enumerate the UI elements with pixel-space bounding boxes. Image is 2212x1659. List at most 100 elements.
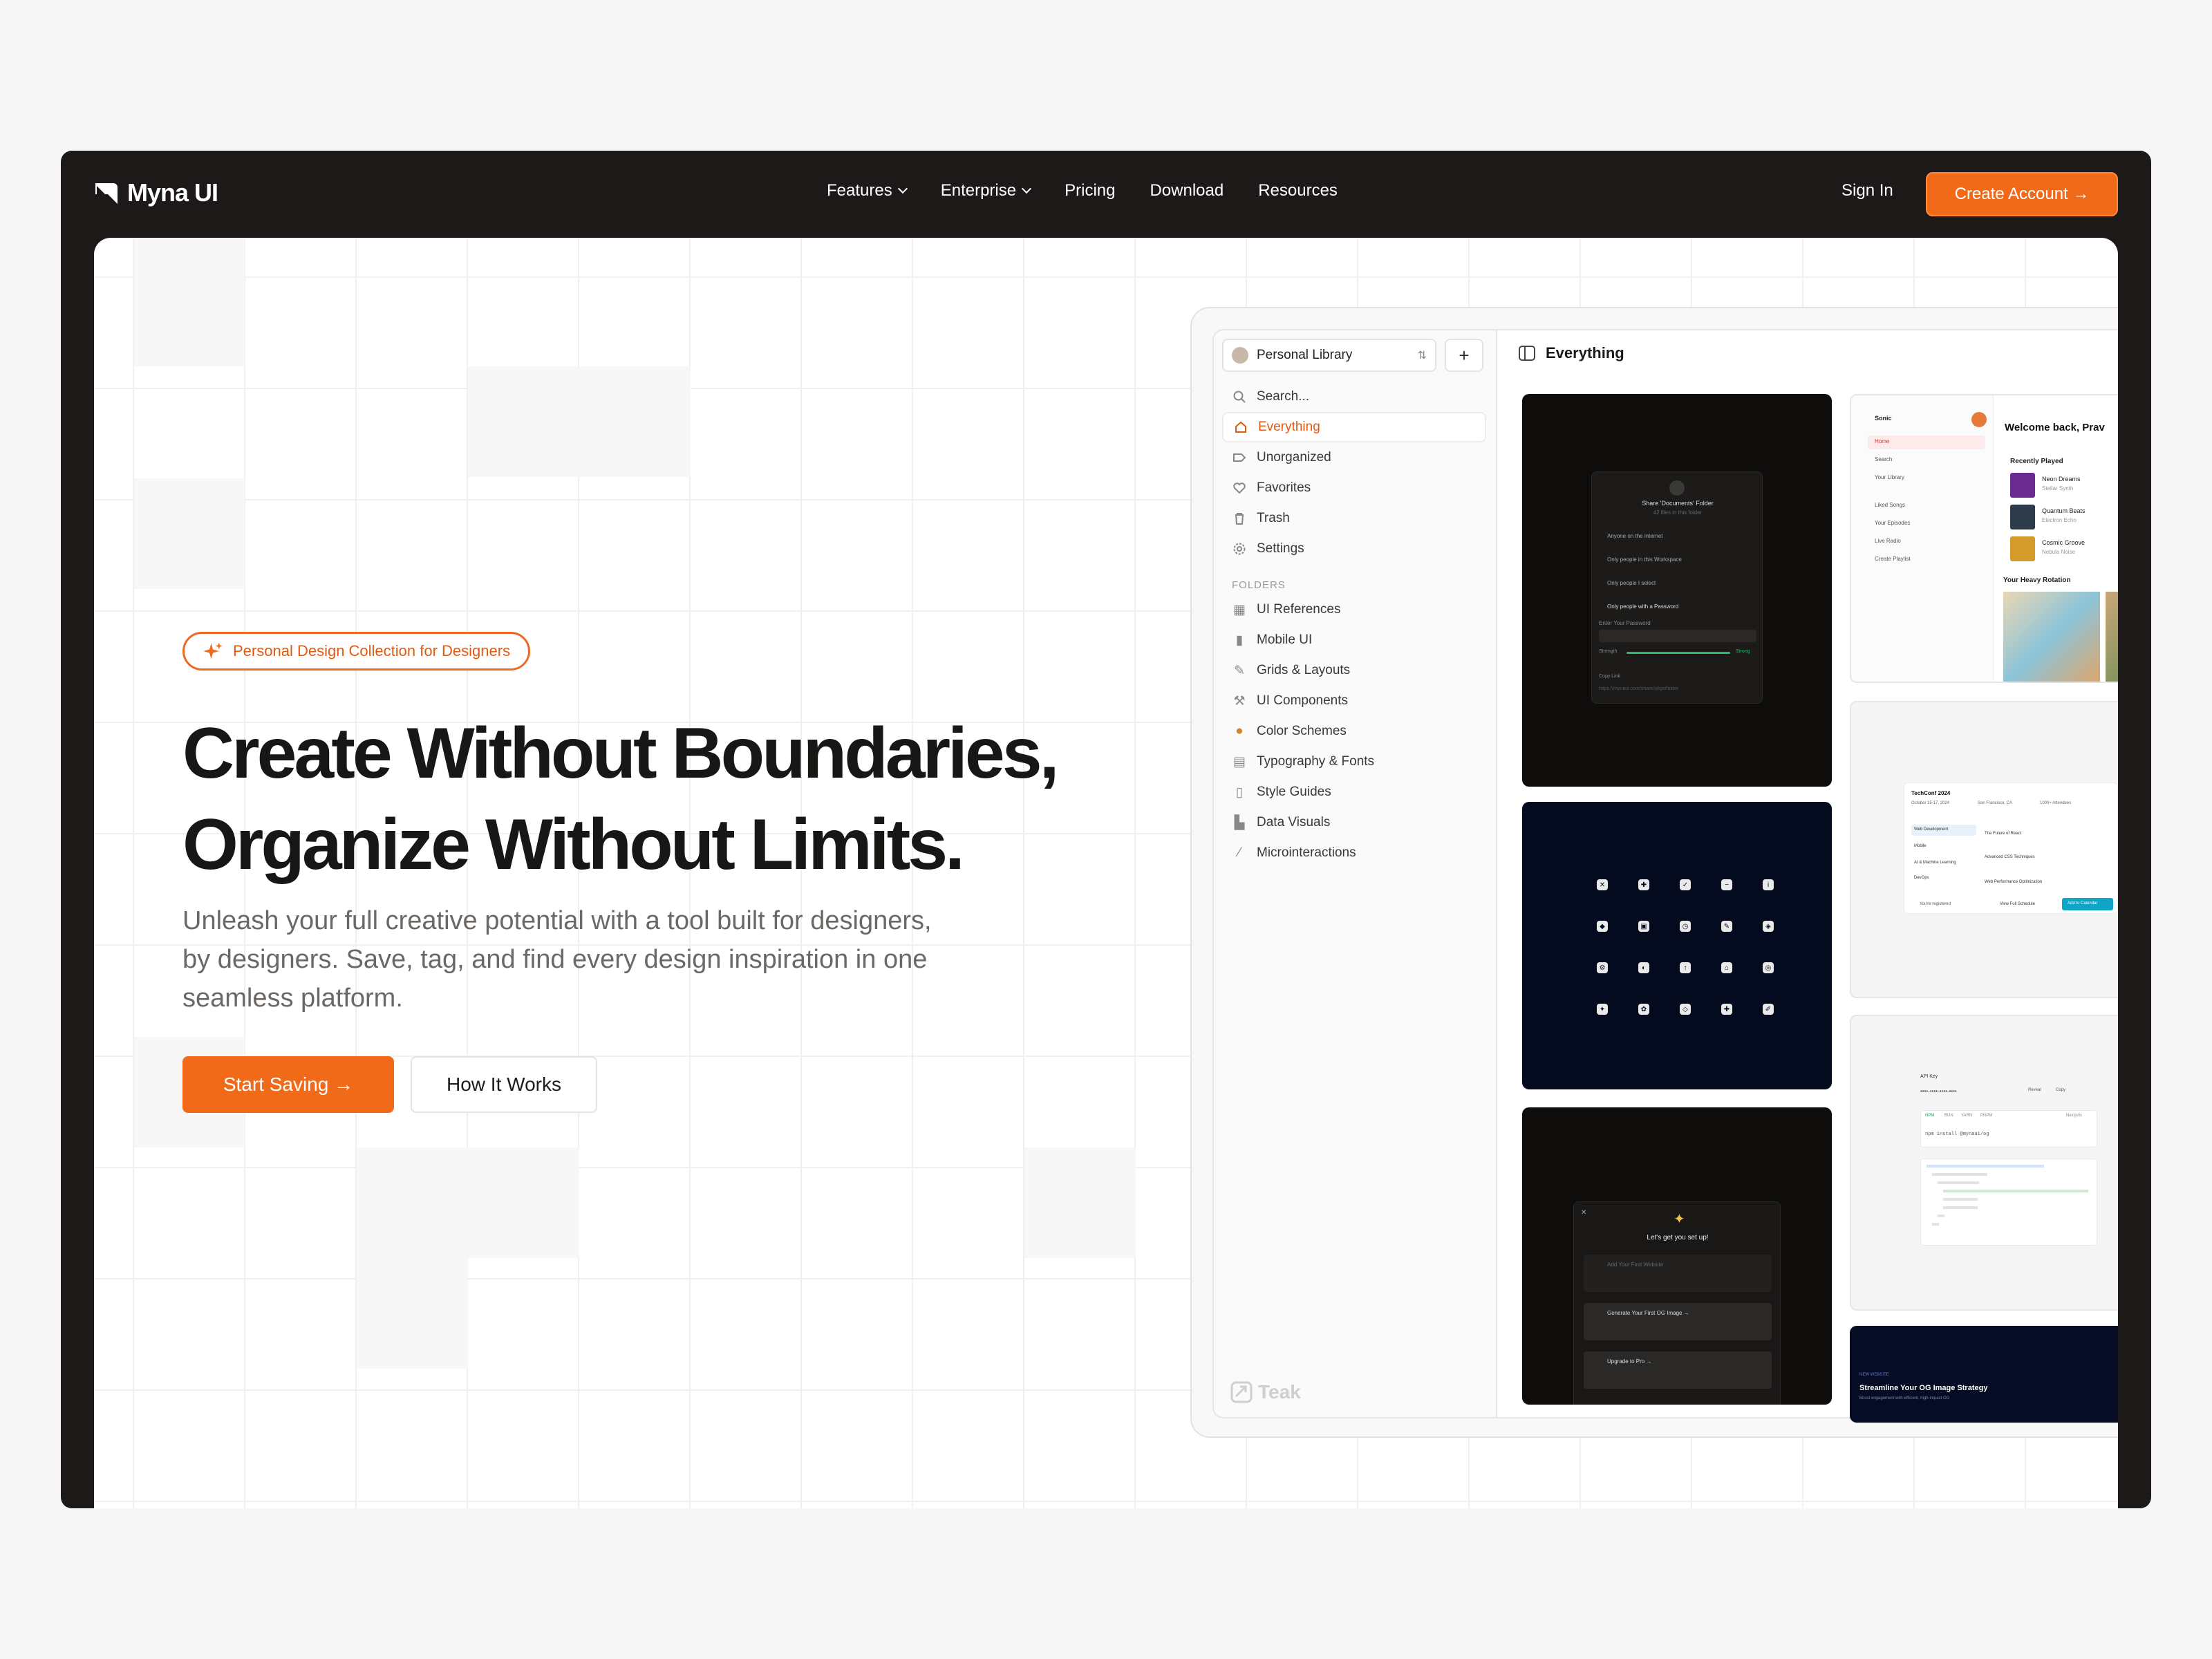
brand-logo[interactable]: Myna UI — [93, 178, 218, 207]
folder-data-visuals[interactable]: ▙ Data Visuals — [1222, 807, 1486, 838]
music-nav-item: Live Radio — [1875, 538, 1901, 544]
step-label: Generate Your First OG Image → — [1607, 1310, 1689, 1316]
docs-link[interactable]: Nextjs/ts — [2066, 1114, 2082, 1118]
folder-ui-components[interactable]: ⚒ UI Components — [1222, 686, 1486, 716]
share-option: Only people with a Password — [1607, 603, 1679, 610]
add-calendar-label: Add to Calendar — [2068, 901, 2098, 906]
create-account-button[interactable]: Create Account → — [1926, 172, 2118, 216]
sidebar-item-settings[interactable]: Settings — [1222, 534, 1486, 564]
heart-icon — [1232, 480, 1247, 496]
sign-in-link[interactable]: Sign In — [1841, 181, 1893, 200]
folder-grids-layouts[interactable]: ✎ Grids & Layouts — [1222, 655, 1486, 686]
folder-label: UI Components — [1257, 693, 1349, 708]
sidebar-item-everything[interactable]: Everything — [1222, 412, 1486, 442]
menu-enterprise[interactable]: Enterprise — [941, 181, 1032, 200]
tab-yarn[interactable]: YARN — [1961, 1114, 1972, 1118]
conf-registered: You're registered — [1920, 902, 1951, 906]
how-it-works-button[interactable]: How It Works — [411, 1056, 597, 1113]
start-saving-button[interactable]: Start Saving → — [182, 1056, 394, 1113]
reveal-button[interactable]: Reveal — [2028, 1088, 2041, 1092]
card-music-app[interactable]: Sonic Home Search Your Library Liked Son… — [1850, 394, 2118, 683]
folder-style-guides[interactable]: ▯ Style Guides — [1222, 777, 1486, 807]
conf-talk: Web Performance Optimization — [1985, 880, 2043, 884]
folder-typography[interactable]: ▤ Typography & Fonts — [1222, 747, 1486, 777]
grid-glyph-icon: ✿ — [1638, 1004, 1649, 1015]
avatar — [1971, 412, 1987, 427]
sidebar-item-unorganized[interactable]: Unorganized — [1222, 442, 1486, 473]
step-label: Add Your First Website — [1607, 1262, 1664, 1268]
grid-tile — [357, 1258, 468, 1369]
hero-title: Create Without Boundaries, Organize With… — [182, 708, 1060, 890]
grid-glyph-icon: ◎ — [1763, 962, 1774, 973]
music-nav-item: Your Episodes — [1875, 520, 1911, 526]
grid-tile — [1024, 1147, 1136, 1258]
folder-mobile-ui[interactable]: ▮ Mobile UI — [1222, 625, 1486, 655]
card-conference[interactable]: TechConf 2024 October 15-17, 2024 San Fr… — [1850, 701, 2118, 998]
sidebar-item-favorites[interactable]: Favorites — [1222, 473, 1486, 503]
conf-track: Mobile — [1914, 844, 1927, 848]
grid-tile — [134, 478, 245, 589]
share-url: https://mynaui.com/share/a8ge/folder — [1599, 686, 1679, 691]
grid-glyph-icon: ✓ — [1680, 879, 1691, 890]
avatar — [1232, 347, 1248, 364]
code-line — [1927, 1165, 2044, 1168]
app-main: Everything Share 'Documents' Folder 42 f… — [1496, 329, 2118, 1423]
menu-resources[interactable]: Resources — [1258, 181, 1338, 200]
chevron-down-icon — [897, 183, 908, 194]
folder-ui-references[interactable]: ▦ UI References — [1222, 594, 1486, 625]
card-api-code[interactable]: API Key ••••-••••-••••-•••• Reveal Copy … — [1850, 1015, 2118, 1311]
folder-label: Typography & Fonts — [1257, 754, 1375, 769]
sidebar-search[interactable]: Search... — [1222, 382, 1486, 412]
sidebar-item-trash[interactable]: Trash — [1222, 503, 1486, 534]
password-label: Enter Your Password — [1599, 620, 1651, 626]
wand-icon: ⁄ — [1238, 845, 1241, 860]
og-kicker: NEW WEBSITE — [1859, 1373, 1889, 1377]
share-option: Only people in this Workspace — [1607, 556, 1682, 563]
code-line — [1932, 1173, 1987, 1176]
brand-name: Myna UI — [127, 178, 218, 207]
sidebar-item-label: Unorganized — [1257, 450, 1331, 465]
conf-track: AI & Machine Learning — [1914, 861, 1956, 865]
menu-pricing[interactable]: Pricing — [1065, 181, 1115, 200]
grid-glyph-icon: − — [1721, 879, 1732, 890]
grid-glyph-icon: ✎ — [1721, 921, 1732, 932]
track-name: Quantum Beats — [2042, 507, 2086, 514]
card-icon-grid[interactable]: ✕ ✚ ✓ − i ◆ ▣ ◷ ✎ ◈ ⚙ ◐ ↑ ⌂ ◎ ✦ ✿ ◇ ✚ ✐ — [1522, 802, 1832, 1089]
sparkle-icon — [203, 642, 223, 659]
folder-icon: ▦ — [1233, 602, 1246, 617]
tab-npm[interactable]: NPM — [1925, 1114, 1934, 1118]
track-artist: Nebula Noise — [2042, 549, 2076, 555]
card-share-folder[interactable]: Share 'Documents' Folder 42 files in thi… — [1522, 394, 1832, 787]
code-line — [1932, 1223, 1939, 1226]
card-og-strategy[interactable]: NEW WEBSITE Streamline Your OG Image Str… — [1850, 1326, 2118, 1423]
menu-download[interactable]: Download — [1150, 181, 1224, 200]
code-line — [1938, 1181, 1979, 1184]
strength-bar — [1627, 652, 1730, 654]
tab-pnpm[interactable]: PNPM — [1980, 1114, 1992, 1118]
menu-features[interactable]: Features — [827, 181, 908, 200]
ruler-icon: ✎ — [1234, 663, 1245, 678]
music-nav-item: Home — [1875, 438, 1890, 444]
top-nav: Myna UI Features Enterprise Pricing Down… — [61, 151, 2151, 238]
album-art — [2010, 536, 2035, 561]
grid-glyph-icon: ✦ — [1597, 1004, 1608, 1015]
card-onboarding[interactable]: ✕ ✦ Let's get you set up! Add Your First… — [1522, 1107, 1832, 1405]
add-button[interactable]: + — [1445, 339, 1483, 372]
close-icon[interactable]: ✕ — [1581, 1209, 1586, 1217]
og-subtitle: Boost engagement with efficient, high-im… — [1859, 1396, 1950, 1400]
folder-microinteractions[interactable]: ⁄ Microinteractions — [1222, 838, 1486, 868]
home-icon — [1233, 420, 1248, 435]
folder-label: Mobile UI — [1257, 632, 1313, 647]
library-switcher[interactable]: Personal Library ⇅ — [1222, 339, 1436, 372]
copy-button[interactable]: Copy — [2056, 1088, 2065, 1092]
add-calendar-button[interactable]: Add to Calendar — [2062, 898, 2113, 910]
folder-color-schemes[interactable]: ● Color Schemes — [1222, 716, 1486, 747]
folders-heading: FOLDERS — [1232, 579, 1286, 591]
conf-schedule[interactable]: View Full Schedule — [2000, 902, 2035, 906]
sidebar-toggle-icon[interactable] — [1518, 344, 1536, 362]
hero-badge-label: Personal Design Collection for Designers — [233, 642, 511, 659]
tab-bun[interactable]: BUN — [1944, 1114, 1953, 1118]
rotation-artwork — [2106, 592, 2118, 682]
teak-mark-icon — [1230, 1381, 1253, 1403]
music-nav-item: Liked Songs — [1875, 502, 1906, 508]
